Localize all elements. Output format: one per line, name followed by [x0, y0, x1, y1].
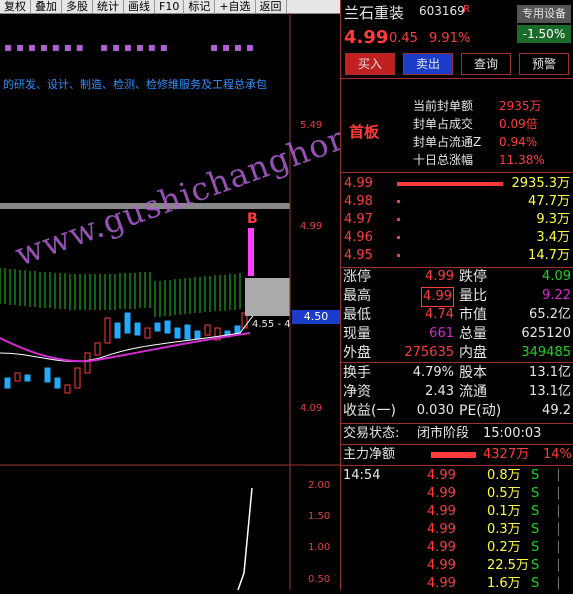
- last-price: 4.99: [344, 27, 389, 48]
- candle: [114, 322, 121, 339]
- kline-chart[interactable]: ▪ ▪ ▪ ▪ ▪ ▪ ▪ ▪ ▪ ▪ ▪ ▪ ▪ ▪ ▪ ▪ ▪ 的研发、设计…: [0, 13, 452, 591]
- toolbar-item[interactable]: 标记: [184, 0, 216, 13]
- limit-line: 当前封单额 2935万: [413, 99, 542, 113]
- tick-row: 4.99 0.1万 S │: [427, 504, 562, 519]
- finance-row: 换手 4.79% 股本 13.1亿: [343, 365, 571, 381]
- indicator-tick: 1.50: [308, 511, 331, 522]
- price-tick: 4.09: [300, 403, 323, 414]
- stock-code: 603169: [419, 4, 465, 18]
- current-price-tag: 4.50: [292, 310, 340, 324]
- toolbar-item[interactable]: +自选: [215, 0, 256, 13]
- orderbook-bar: [397, 200, 400, 203]
- sector-button[interactable]: 专用设备: [517, 5, 571, 23]
- orderbook-row[interactable]: 4.96 3.4万: [341, 229, 573, 247]
- indicator-tick: 1.00: [308, 542, 331, 553]
- limit-line: 封单占流通Z 0.94%: [413, 135, 538, 149]
- tick-row: 4.99 22.5万 S │: [427, 558, 562, 573]
- company-description: 的研发、设计、制造、检测、检修维服务及工程总承包: [3, 78, 267, 91]
- finance-row: 净资 2.43 流通 13.1亿: [343, 384, 571, 400]
- orderbook-bar: [397, 218, 400, 221]
- toolbar-item[interactable]: 多股: [62, 0, 93, 13]
- sector-change: -1.50%: [517, 25, 571, 43]
- orderbook-bar: [397, 182, 503, 186]
- candle: [194, 330, 201, 340]
- candle: [84, 352, 91, 374]
- candle: [64, 384, 71, 394]
- trade-status: 交易状态: 闭市阶段 15:00:03: [343, 426, 542, 441]
- quote-panel: 兰石重装 603169 R 4.99 0.45 9.91% 专用设备 -1.50…: [340, 0, 573, 591]
- tick-row: 4.99 0.2万 S │: [427, 540, 562, 555]
- chart-toolbar: 复权 叠加 多股 统计 画线 F10 标记 +自选 返回: [0, 0, 340, 14]
- indicator-tick: 0.50: [308, 574, 331, 585]
- candle: [14, 372, 21, 382]
- tick-row: 4.99 0.3万 S │: [427, 522, 562, 537]
- buy-marker: B: [247, 211, 258, 227]
- kline-svg: ▪ ▪ ▪ ▪ ▪ ▪ ▪ ▪ ▪ ▪ ▪ ▪ ▪ ▪ ▪ ▪ ▪: [0, 13, 340, 591]
- toolbar-item[interactable]: F10: [155, 0, 185, 13]
- candle: [124, 312, 131, 334]
- candle: [164, 320, 171, 334]
- candle: [144, 327, 151, 339]
- price-annotation: 4.55 - 4: [252, 319, 291, 330]
- green-channel: [0, 268, 241, 317]
- toolbar-item[interactable]: 叠加: [31, 0, 62, 13]
- candle: [74, 367, 81, 389]
- stats-row: 最高 4.99 量比 9.22: [341, 287, 573, 307]
- stats-row: 外盘 275635 内盘 349485: [343, 345, 571, 361]
- stats-row: 最低 4.74 市值 65.2亿: [343, 307, 571, 323]
- stock-name: 兰石重装: [344, 4, 405, 22]
- candle: [24, 374, 31, 382]
- candle: [104, 317, 111, 344]
- orderbook-row[interactable]: 4.99 2935.3万: [341, 175, 573, 193]
- candle: [174, 327, 181, 339]
- finance-row: 收益(一) 0.030 PE(动) 49.2: [343, 403, 571, 419]
- dotted-markers: ▪ ▪ ▪ ▪ ▪ ▪ ▪ ▪ ▪ ▪ ▪ ▪ ▪ ▪ ▪ ▪ ▪: [4, 40, 254, 54]
- toolbar-item[interactable]: 统计: [93, 0, 124, 13]
- margin-flag: R: [463, 4, 470, 15]
- orderbook-row[interactable]: 4.95 14.7万: [341, 247, 573, 265]
- orderbook-bar: [397, 236, 400, 239]
- orderbook-bar: [397, 254, 400, 257]
- indicator-line: [237, 487, 253, 591]
- limit-line: 十日总涨幅 11.38%: [413, 153, 545, 167]
- indicator-tick: 2.00: [308, 480, 331, 491]
- toolbar-item[interactable]: 返回: [256, 0, 287, 13]
- svg-text:▪ ▪ ▪ ▪: ▪ ▪ ▪ ▪: [210, 40, 254, 54]
- candle: [4, 377, 11, 389]
- sell-button[interactable]: 卖出: [403, 53, 453, 75]
- query-button[interactable]: 查询: [461, 53, 511, 75]
- main-flow: 主力净额 4327万 14%: [343, 447, 572, 462]
- price-change-pct: 9.91%: [429, 31, 471, 46]
- stats-row: 现量 661 总量 625120: [343, 326, 571, 342]
- toolbar-item[interactable]: 画线: [124, 0, 155, 13]
- price-tick: 4.99: [300, 221, 323, 232]
- orderbook-row[interactable]: 4.97 9.3万: [341, 211, 573, 229]
- tick-row: 4.99 1.6万 S │: [427, 576, 562, 591]
- limit-up-bar: [248, 228, 254, 276]
- candle: [154, 322, 161, 332]
- toolbar-item[interactable]: 复权: [0, 0, 31, 13]
- candle: [54, 377, 61, 389]
- main-flow-bar: [431, 452, 476, 458]
- candles: [4, 312, 248, 394]
- svg-text:▪ ▪ ▪ ▪ ▪ ▪: ▪ ▪ ▪ ▪ ▪ ▪: [100, 40, 168, 54]
- candle: [204, 324, 211, 336]
- candle: [184, 324, 191, 340]
- candle: [134, 322, 141, 336]
- buy-button[interactable]: 买入: [345, 53, 395, 75]
- candle: [94, 342, 101, 356]
- tick-row: 4.99 0.5万 S │: [427, 486, 562, 501]
- alert-button[interactable]: 预警: [519, 53, 569, 75]
- orderbook-row[interactable]: 4.98 47.7万: [341, 193, 573, 211]
- limit-line: 封单占成交 0.09倍: [413, 117, 538, 131]
- svg-text:▪ ▪ ▪ ▪ ▪ ▪ ▪: ▪ ▪ ▪ ▪ ▪ ▪ ▪: [4, 40, 84, 54]
- tick-row: 14:54 4.99 0.8万 S │: [343, 468, 562, 483]
- candle: [44, 367, 51, 383]
- price-change: 0.45: [389, 31, 418, 46]
- price-box: [245, 278, 290, 316]
- stats-row: 涨停 4.99 跌停 4.09: [343, 269, 571, 285]
